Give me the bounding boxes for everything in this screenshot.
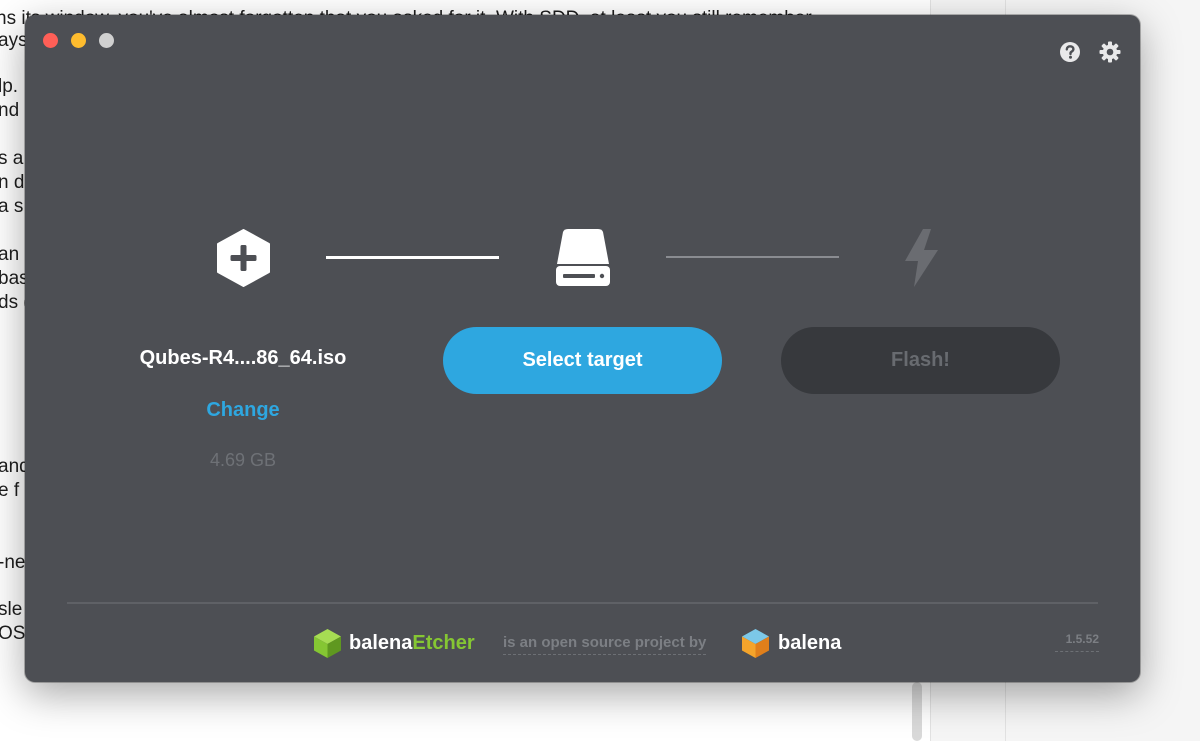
bg-text-line: s a (0, 148, 24, 169)
select-target-button[interactable]: Select target (443, 327, 722, 394)
window-close-button[interactable] (43, 33, 58, 48)
background-scrollbar[interactable] (912, 682, 922, 741)
bg-text-line: an (0, 244, 20, 265)
balena-brand-link[interactable]: balena (778, 632, 841, 655)
plus-hexagon-icon[interactable] (216, 229, 271, 287)
etcher-brand-prefix: balena (349, 632, 413, 654)
step-connector-1 (326, 256, 499, 259)
version-label[interactable]: 1.5.52 (1055, 632, 1099, 652)
selected-image-name: Qubes-R4....86_64.iso (139, 347, 347, 369)
bg-text-line: -ne (0, 552, 26, 573)
bg-text-line: lp. (0, 76, 19, 97)
lightning-icon (905, 229, 938, 287)
image-size-label: 4.69 GB (209, 450, 277, 470)
bg-text-line: ays (0, 30, 28, 51)
help-icon[interactable] (1059, 41, 1081, 63)
bg-text-line: a s (0, 196, 24, 217)
etcher-window: Qubes-R4....86_64.iso Change 4.69 GB Sel… (25, 15, 1140, 682)
footer-divider (67, 602, 1098, 604)
etcher-cube-icon[interactable] (313, 628, 342, 659)
step-connector-2 (666, 256, 839, 258)
change-image-link[interactable]: Change (193, 399, 293, 422)
balena-cube-icon[interactable] (741, 628, 770, 659)
window-minimize-button[interactable] (71, 33, 86, 48)
window-maximize-button[interactable] (99, 33, 114, 48)
flash-button[interactable]: Flash! (781, 327, 1060, 394)
bg-text-line: sle (0, 599, 23, 620)
etcher-brand-suffix: Etcher (412, 632, 475, 654)
etcher-brand-link[interactable]: balenaEtcher (349, 632, 475, 655)
footer-tagline: is an open source project by (503, 634, 707, 655)
gear-icon[interactable] (1099, 41, 1121, 63)
drive-icon[interactable] (555, 228, 611, 288)
bg-text-line: e f (0, 480, 20, 501)
